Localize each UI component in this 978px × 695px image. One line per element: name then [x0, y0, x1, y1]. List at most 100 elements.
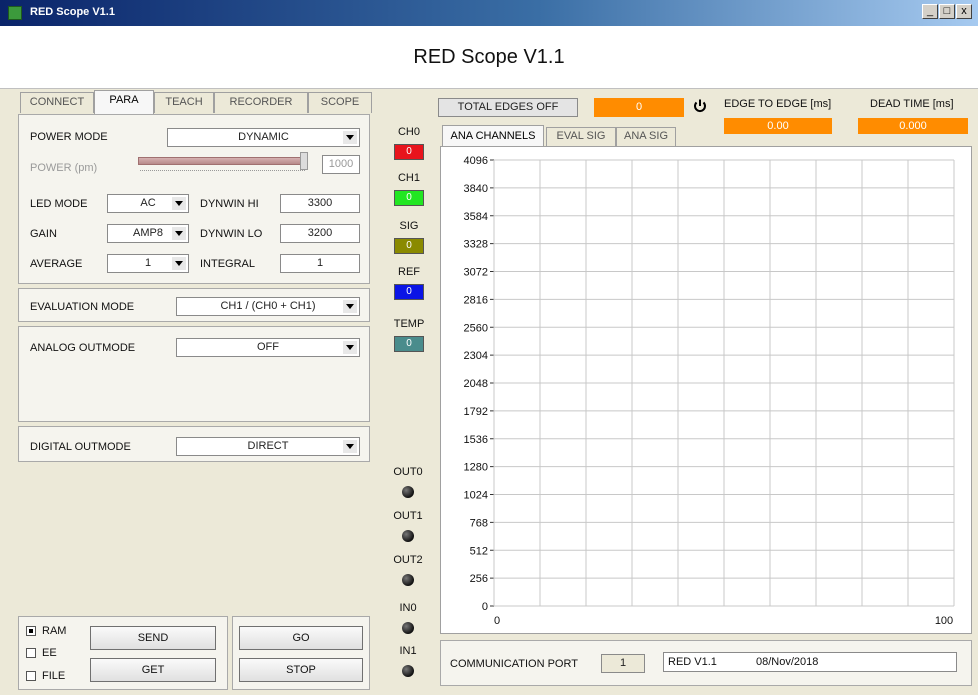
chart-svg: 4096384035843328307228162560230420481792… [464, 155, 955, 627]
y-tick-label: 1792 [464, 406, 488, 418]
ee-label: EE [42, 647, 57, 659]
digital-outmode-select[interactable]: DIRECT [176, 437, 360, 456]
io-label-out0: OUT0 [393, 466, 423, 478]
y-tick-label: 0 [482, 601, 488, 613]
io-led-out1 [402, 530, 414, 542]
stop-button[interactable]: STOP [239, 658, 363, 682]
y-tick-label: 3840 [464, 183, 488, 195]
y-tick-label: 512 [470, 545, 488, 557]
channel-label-ref: REF [398, 266, 420, 278]
dynwin-hi-field[interactable]: 3300 [280, 194, 360, 213]
gain-value: AMP8 [133, 227, 163, 239]
tab-eval-sig[interactable]: EVAL SIG [546, 127, 616, 146]
power-label: POWER (pm) [30, 162, 98, 174]
io-label-in1: IN1 [399, 645, 417, 657]
chevron-down-icon [343, 440, 357, 453]
power-icon[interactable] [692, 98, 708, 114]
close-button[interactable]: x [956, 4, 972, 19]
channel-value-sig: 0 [394, 238, 424, 254]
evaluation-mode-value: CH1 / (CH0 + CH1) [220, 300, 316, 312]
analog-outmode-label: ANALOG OUTMODE [30, 342, 136, 354]
chevron-down-icon [343, 300, 357, 313]
version-text: RED V1.1 [668, 656, 717, 668]
ee-checkbox[interactable] [26, 648, 36, 658]
y-tick-label: 1024 [464, 490, 488, 502]
io-label-out2: OUT2 [393, 554, 423, 566]
maximize-button[interactable]: □ [939, 4, 955, 19]
digital-outmode-label: DIGITAL OUTMODE [30, 441, 131, 453]
x-tick-label: 100 [935, 615, 953, 627]
average-select[interactable]: 1 [107, 254, 189, 273]
analog-outmode-value: OFF [257, 341, 279, 353]
y-tick-label: 1280 [464, 462, 488, 474]
go-button[interactable]: GO [239, 626, 363, 650]
average-value: 1 [144, 257, 152, 269]
power-slider-handle[interactable] [300, 152, 308, 170]
channel-value-ch1: 0 [394, 190, 424, 206]
total-edges-value: 0 [594, 98, 684, 117]
chevron-down-icon [172, 227, 186, 240]
tab-recorder[interactable]: RECORDER [214, 92, 308, 113]
dead-time-label: DEAD TIME [ms] [870, 98, 954, 110]
channel-value-ref: 0 [394, 284, 424, 300]
comm-port-field[interactable]: 1 [601, 654, 645, 673]
channel-label-sig: SIG [399, 220, 419, 232]
get-button[interactable]: GET [90, 658, 216, 682]
power-slider-ticks [140, 170, 305, 173]
dead-time-value: 0.000 [858, 118, 968, 134]
app-title: RED Scope V1.1 [413, 46, 565, 68]
dynwin-lo-field[interactable]: 3200 [280, 224, 360, 243]
file-checkbox[interactable] [26, 671, 36, 681]
y-tick-label: 3328 [464, 239, 488, 251]
chevron-down-icon [343, 131, 357, 144]
dynwin-lo-label: DYNWIN LO [200, 228, 263, 240]
y-tick-label: 1536 [464, 434, 488, 446]
y-tick-label: 4096 [464, 155, 488, 167]
io-label-out1: OUT1 [393, 510, 423, 522]
y-tick-label: 2560 [464, 322, 488, 334]
power-mode-label: POWER MODE [30, 131, 108, 143]
edge-to-edge-label: EDGE TO EDGE [ms] [724, 98, 832, 110]
led-mode-select[interactable]: AC [107, 194, 189, 213]
tab-teach[interactable]: TEACH [154, 92, 214, 113]
app-icon [8, 6, 22, 20]
io-led-in1 [402, 665, 414, 677]
y-tick-label: 2048 [464, 378, 488, 390]
analog-outmode-select[interactable]: OFF [176, 338, 360, 357]
led-mode-value: AC [140, 197, 156, 209]
minimize-button[interactable]: _ [922, 4, 938, 19]
io-label-in0: IN0 [399, 602, 417, 614]
gain-label: GAIN [30, 228, 57, 240]
tab-connect[interactable]: CONNECT [20, 92, 94, 113]
tab-ana-channels[interactable]: ANA CHANNELS [442, 125, 544, 147]
integral-field[interactable]: 1 [280, 254, 360, 273]
power-mode-select[interactable]: DYNAMIC [167, 128, 360, 147]
tab-para[interactable]: PARA [94, 90, 154, 114]
evaluation-mode-label: EVALUATION MODE [30, 301, 135, 313]
y-tick-label: 3072 [464, 267, 488, 279]
io-led-out2 [402, 574, 414, 586]
total-edges-button[interactable]: TOTAL EDGES OFF [438, 98, 578, 117]
x-tick-label: 0 [494, 615, 500, 627]
io-led-in0 [402, 622, 414, 634]
y-tick-label: 768 [470, 517, 488, 529]
power-value-field[interactable]: 1000 [322, 155, 360, 174]
power-mode-value: DYNAMIC [238, 131, 289, 143]
evaluation-mode-select[interactable]: CH1 / (CH0 + CH1) [176, 297, 360, 316]
io-led-out0 [402, 486, 414, 498]
chevron-down-icon [343, 341, 357, 354]
tab-scope[interactable]: SCOPE [308, 92, 372, 113]
send-button[interactable]: SEND [90, 626, 216, 650]
integral-label: INTEGRAL [200, 258, 256, 270]
tab-ana-sig[interactable]: ANA SIG [616, 127, 676, 146]
average-label: AVERAGE [30, 258, 83, 270]
led-mode-label: LED MODE [30, 198, 88, 210]
y-tick-label: 3584 [464, 211, 488, 223]
ram-checkbox[interactable] [26, 626, 36, 636]
chevron-down-icon [172, 197, 186, 210]
ram-label: RAM [42, 625, 67, 637]
channel-value-temp: 0 [394, 336, 424, 352]
y-tick-label: 256 [470, 573, 488, 585]
power-slider-track[interactable] [138, 157, 306, 165]
gain-select[interactable]: AMP8 [107, 224, 189, 243]
